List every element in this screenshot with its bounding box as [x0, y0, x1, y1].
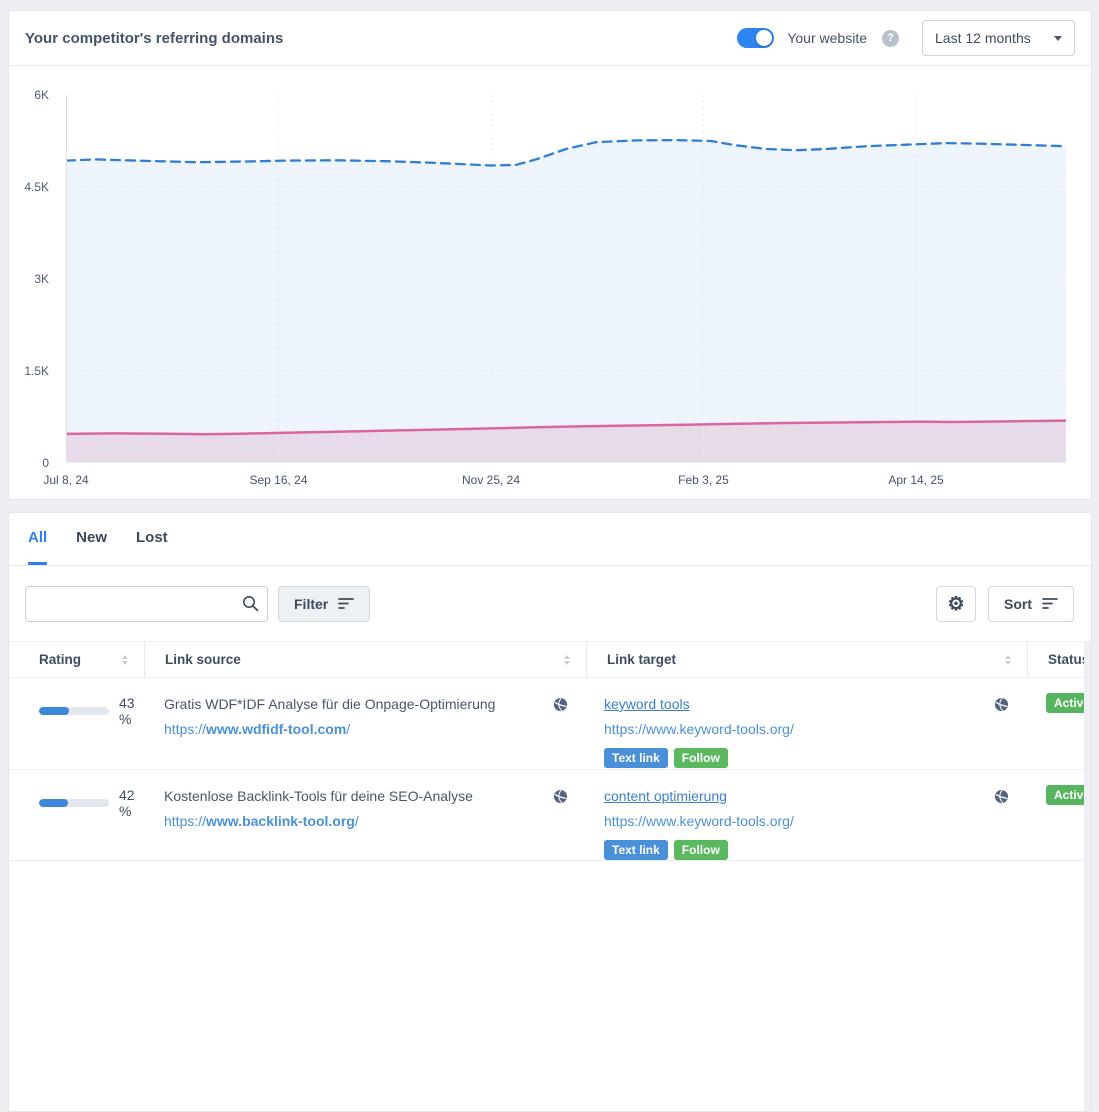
- link-target-url[interactable]: https://www.keyword-tools.org/: [604, 719, 794, 739]
- globe-icon[interactable]: [994, 697, 1009, 769]
- status-cell: Active: [1027, 770, 1092, 860]
- backlinks-card: All New Lost Filter ⚙ Sort R: [8, 512, 1092, 1112]
- rating-progress-bar: [39, 707, 109, 715]
- rating-value: 42 %: [119, 787, 144, 819]
- link-target-url[interactable]: https://www.keyword-tools.org/: [604, 811, 794, 831]
- sort-icon: [1042, 596, 1058, 612]
- rating-progress-bar: [39, 799, 109, 807]
- filter-button-label: Filter: [294, 596, 328, 612]
- table-body: 43 % Gratis WDF*IDF Analyse für die Onpa…: [9, 677, 1091, 861]
- table-row: 42 % Kostenlose Backlink-Tools für deine…: [9, 769, 1091, 861]
- rating-cell: 42 %: [9, 770, 144, 814]
- x-axis-tick: Sep 16, 24: [249, 473, 307, 487]
- period-select-value: Last 12 months: [935, 30, 1031, 46]
- link-target-anchor[interactable]: content optimierung: [604, 786, 727, 806]
- search-icon: [242, 595, 259, 617]
- column-header-link-target[interactable]: Link target: [586, 642, 1027, 677]
- x-axis-tick: Jul 8, 24: [43, 473, 88, 487]
- y-axis-tick: 4.5K: [9, 180, 49, 194]
- settings-button[interactable]: ⚙: [936, 586, 976, 622]
- link-source-title: Gratis WDF*IDF Analyse für die Onpage-Op…: [164, 694, 495, 714]
- toggle-knob-icon: [756, 30, 772, 46]
- filter-button[interactable]: Filter: [278, 586, 370, 622]
- column-header-status[interactable]: Status: [1027, 642, 1092, 677]
- referring-domains-card: Your competitor's referring domains Your…: [8, 10, 1092, 500]
- y-axis-tick: 1.5K: [9, 364, 49, 378]
- page-title: Your competitor's referring domains: [25, 30, 283, 47]
- search-wrap: [25, 586, 268, 622]
- y-axis-tick: 0: [9, 456, 49, 470]
- y-axis-tick: 3K: [9, 272, 49, 286]
- link-source-url[interactable]: https://www.backlink-tool.org/: [164, 811, 473, 831]
- follow-badge: Follow: [674, 748, 728, 768]
- globe-icon[interactable]: [553, 697, 568, 769]
- x-axis-tick: Nov 25, 24: [462, 473, 520, 487]
- x-axis-tick: Feb 3, 25: [678, 473, 729, 487]
- chart-region: 6K 4.5K 3K 1.5K 0 Jul 8, 24 Sep 16, 24 Nov 25, …: [9, 66, 1091, 499]
- globe-icon[interactable]: [994, 789, 1009, 860]
- toggle-label: Your website: [787, 30, 867, 46]
- rating-cell: 43 %: [9, 678, 144, 722]
- toolbar: Filter ⚙ Sort: [25, 586, 1074, 622]
- column-header-rating[interactable]: Rating: [9, 642, 144, 677]
- link-source-cell: Gratis WDF*IDF Analyse für die Onpage-Op…: [144, 678, 586, 769]
- column-header-link-source[interactable]: Link source: [144, 642, 586, 677]
- link-source-cell: Kostenlose Backlink-Tools für deine SEO-…: [144, 770, 586, 860]
- badge-group: Text link Follow: [604, 748, 794, 768]
- x-axis-tick: Apr 14, 25: [888, 473, 943, 487]
- gear-icon: ⚙: [947, 593, 964, 616]
- your-website-toggle[interactable]: [737, 28, 774, 48]
- link-source-url[interactable]: https://www.wdfidf-tool.com/: [164, 719, 495, 739]
- tab-all[interactable]: All: [28, 513, 47, 565]
- y-axis-tick: 6K: [9, 88, 49, 102]
- link-type-badge: Text link: [604, 840, 668, 860]
- chevron-down-icon: [1054, 36, 1062, 41]
- tab-lost[interactable]: Lost: [136, 513, 168, 565]
- status-cell: Active: [1027, 678, 1092, 769]
- sort-button[interactable]: Sort: [988, 586, 1074, 622]
- sort-caret-icon[interactable]: [1005, 655, 1011, 665]
- filter-icon: [338, 596, 354, 612]
- referring-domains-chart: [66, 95, 1066, 463]
- period-select[interactable]: Last 12 months: [922, 20, 1075, 56]
- rating-value: 43 %: [119, 695, 144, 727]
- sort-button-label: Sort: [1004, 596, 1032, 612]
- badge-group: Text link Follow: [604, 840, 794, 860]
- sort-caret-icon[interactable]: [564, 655, 570, 665]
- link-source-title: Kostenlose Backlink-Tools für deine SEO-…: [164, 786, 473, 806]
- follow-badge: Follow: [674, 840, 728, 860]
- card-header: Your competitor's referring domains Your…: [9, 11, 1091, 66]
- table-header: Rating Link source Link target Status: [9, 641, 1091, 677]
- tab-bar: All New Lost: [9, 513, 1091, 566]
- help-icon[interactable]: ?: [882, 30, 899, 47]
- sort-caret-icon[interactable]: [122, 655, 128, 665]
- table-row: 43 % Gratis WDF*IDF Analyse für die Onpa…: [9, 677, 1091, 769]
- link-target-cell: keyword tools https://www.keyword-tools.…: [586, 678, 1027, 769]
- link-target-anchor[interactable]: keyword tools: [604, 694, 690, 714]
- search-input[interactable]: [25, 586, 268, 622]
- link-target-cell: content optimierung https://www.keyword-…: [586, 770, 1027, 860]
- link-type-badge: Text link: [604, 748, 668, 768]
- tab-new[interactable]: New: [76, 513, 107, 565]
- globe-icon[interactable]: [553, 789, 568, 860]
- table-clip-strip: [1084, 641, 1091, 1111]
